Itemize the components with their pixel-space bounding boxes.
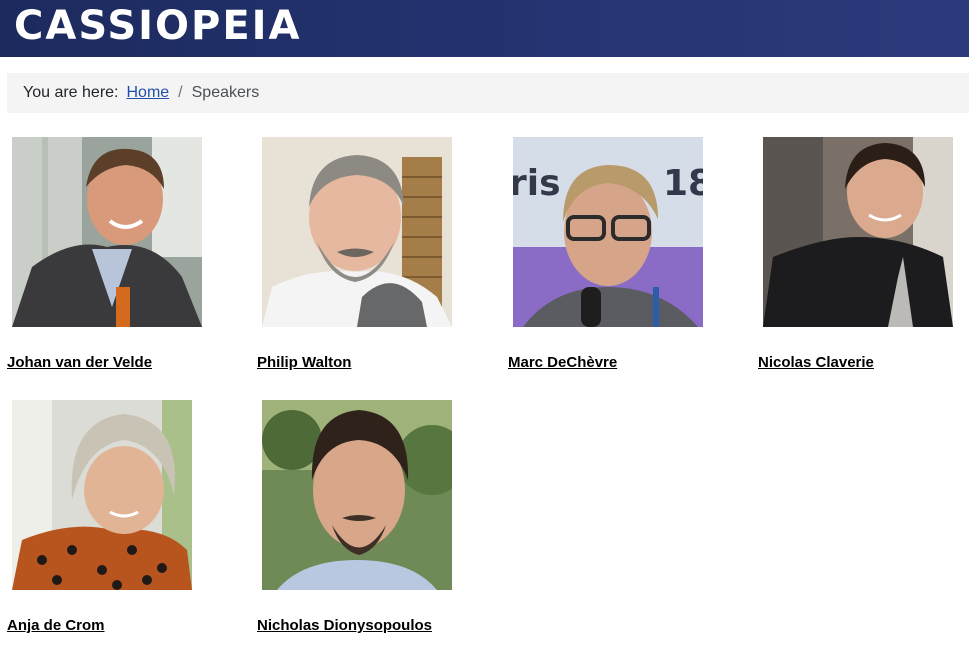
breadcrumb-current: Speakers <box>191 84 260 101</box>
speaker-name-link[interactable]: Johan van der Velde <box>7 354 152 371</box>
speaker-name-link[interactable]: Nicolas Claverie <box>758 354 874 371</box>
speaker-photo[interactable] <box>12 400 202 590</box>
site-logo[interactable]: CASSIOPEIA <box>14 4 302 48</box>
speaker-photo[interactable] <box>763 137 953 327</box>
speaker-name-link[interactable]: Marc DeChèvre <box>508 354 617 371</box>
speaker-name-link[interactable]: Philip Walton <box>257 354 351 371</box>
speaker-name-link[interactable]: Nicholas Dionysopoulos <box>257 617 432 634</box>
speaker-photo[interactable] <box>262 400 452 590</box>
speaker-photo[interactable] <box>262 137 452 327</box>
breadcrumb-home-link[interactable]: Home <box>126 84 169 102</box>
speaker-name-link[interactable]: Anja de Crom <box>7 617 105 634</box>
site-header: CASSIOPEIA <box>0 0 969 57</box>
breadcrumb-label: You are here: <box>23 84 119 101</box>
svg-text:18: 18 <box>663 163 703 204</box>
speaker-photo[interactable] <box>12 137 202 327</box>
breadcrumb-separator: / <box>178 84 183 101</box>
breadcrumb: You are here: Home / Speakers <box>7 73 969 113</box>
speaker-photo[interactable]: ris 18 <box>513 137 703 327</box>
svg-text:ris: ris <box>513 163 561 204</box>
